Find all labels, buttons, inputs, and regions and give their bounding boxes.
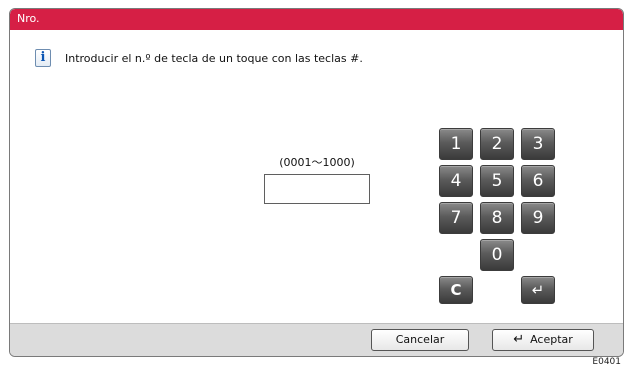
key-4[interactable]: 4	[439, 165, 473, 197]
range-label: (0001～1000)	[279, 156, 355, 169]
key-7[interactable]: 7	[439, 202, 473, 234]
info-icon: i	[35, 49, 51, 67]
title-bar: Nro.	[10, 9, 623, 30]
dialog-window: Nro. i Introducir el n.º de tecla de un …	[9, 8, 624, 357]
enter-key[interactable]: ↵	[521, 276, 555, 304]
accept-label: Aceptar	[530, 333, 573, 346]
figure-code: E0401	[592, 357, 621, 367]
instruction-message: Introducir el n.º de tecla de un toque c…	[65, 52, 363, 65]
key-6[interactable]: 6	[521, 165, 555, 197]
key-2[interactable]: 2	[480, 128, 514, 160]
key-1[interactable]: 1	[439, 128, 473, 160]
key-9[interactable]: 9	[521, 202, 555, 234]
key-5[interactable]: 5	[480, 165, 514, 197]
clear-key[interactable]: C	[439, 276, 473, 304]
key-0[interactable]: 0	[480, 239, 514, 271]
key-8[interactable]: 8	[480, 202, 514, 234]
cancel-button[interactable]: Cancelar	[371, 329, 469, 351]
accept-button[interactable]: ↵ Aceptar	[492, 329, 594, 351]
key-3[interactable]: 3	[521, 128, 555, 160]
number-input[interactable]	[264, 174, 370, 204]
dialog-title: Nro.	[17, 12, 40, 25]
return-arrow-icon: ↵	[513, 332, 525, 347]
button-bar: Cancelar ↵ Aceptar	[10, 323, 623, 356]
